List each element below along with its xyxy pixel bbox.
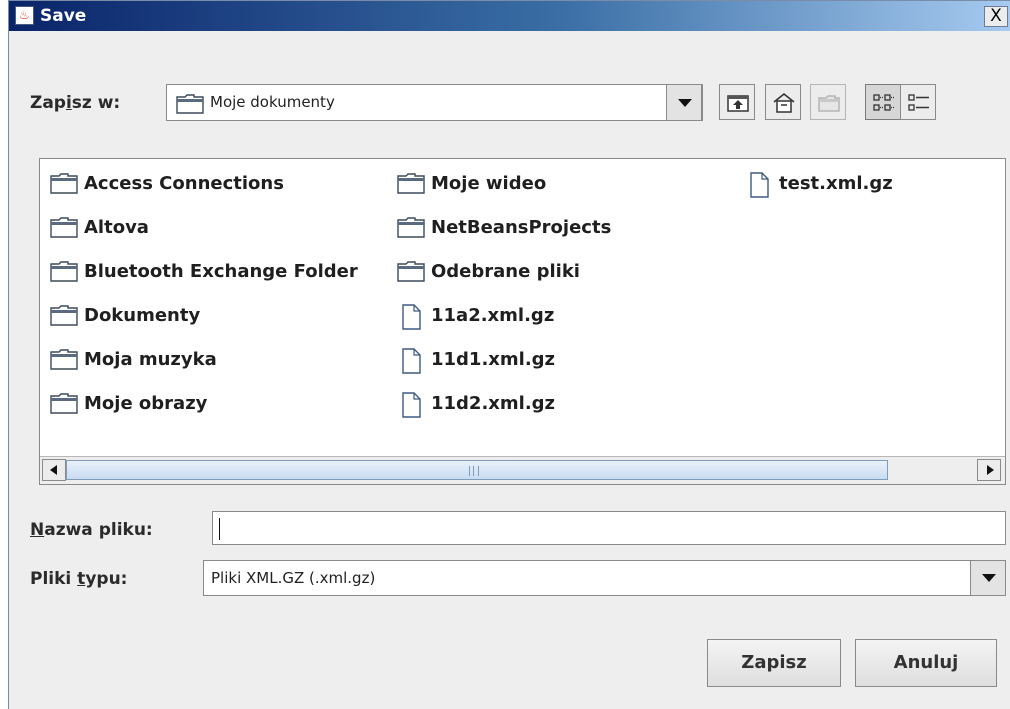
save-button[interactable]: Zapisz: [707, 639, 841, 687]
dialog-title: Save: [40, 6, 87, 26]
home-button[interactable]: [765, 84, 801, 120]
text-caret: [219, 518, 220, 540]
save-dialog: ♨ Save X Zapisz w: Moje dokumenty Access…: [8, 0, 1010, 709]
up-one-level-button[interactable]: [719, 84, 755, 120]
new-folder-icon: [818, 95, 840, 112]
grip-icon: [469, 466, 479, 476]
folder-icon: [50, 173, 78, 194]
file-icon: [402, 392, 421, 418]
title-bar[interactable]: ♨ Save X: [9, 1, 1010, 31]
folder-icon: [397, 261, 425, 282]
details-view-icon: [908, 94, 929, 111]
folder-up-icon: [727, 95, 749, 112]
folder-icon: [50, 217, 78, 238]
create-new-folder-button[interactable]: [810, 84, 846, 120]
folder-icon: [50, 349, 78, 370]
folder-icon: [50, 393, 78, 414]
file-list[interactable]: Access Connections Altova Bluetooth Exch…: [39, 158, 1006, 485]
cancel-button[interactable]: Anuluj: [855, 639, 997, 687]
file-icon: [402, 304, 421, 330]
folder-icon: [50, 305, 78, 326]
home-icon: [773, 92, 795, 113]
list-view-button[interactable]: [865, 84, 901, 120]
scroll-right-button[interactable]: [977, 459, 1001, 481]
save-in-label: Zapisz w:: [30, 93, 121, 113]
scroll-left-button[interactable]: [42, 459, 66, 481]
folder-icon: [176, 94, 204, 114]
file-name-input[interactable]: [212, 511, 1006, 545]
folder-icon: [50, 261, 78, 282]
file-type-selected: Pliki XML.GZ (.xml.gz): [211, 569, 376, 587]
folder-icon: [397, 173, 425, 194]
current-folder-text: Moje dokumenty: [210, 93, 335, 111]
chevron-down-icon[interactable]: [666, 84, 702, 121]
list-view-icon: [873, 94, 894, 111]
file-icon: [402, 348, 421, 374]
folder-icon: [397, 217, 425, 238]
close-button[interactable]: X: [984, 6, 1008, 27]
file-type-combobox[interactable]: Pliki XML.GZ (.xml.gz): [203, 560, 1006, 596]
horizontal-scrollbar[interactable]: [40, 456, 1005, 484]
file-name-label: Nazwa pliku:: [30, 520, 153, 540]
save-in-combobox[interactable]: Moje dokumenty: [166, 84, 703, 121]
file-icon: [750, 172, 769, 198]
file-type-label: Pliki typu:: [30, 569, 128, 589]
details-view-button[interactable]: [900, 84, 936, 120]
java-app-icon: ♨: [15, 6, 34, 25]
chevron-down-icon[interactable]: [970, 560, 1006, 596]
scroll-thumb[interactable]: [66, 460, 888, 480]
